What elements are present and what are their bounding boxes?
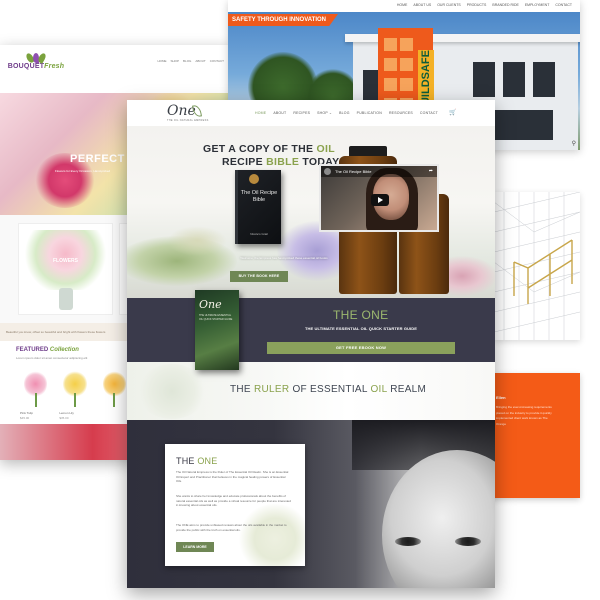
product-price: $45.00 — [20, 416, 30, 420]
product-card[interactable]: Lemon Lily $35.00 — [59, 371, 90, 421]
video-title: The Oil Recipe Bible — [335, 169, 372, 174]
safety-menu-clients[interactable]: OUR CLIENTS — [437, 3, 461, 12]
product-card[interactable] — [99, 371, 130, 421]
nav-item-about[interactable]: ABOUT — [273, 111, 286, 115]
bouquet-menu-blog[interactable]: BLOG — [183, 59, 191, 63]
ruler-banner-section: THE RULER OF ESSENTIAL OIL REALM — [127, 362, 495, 420]
wireframe-render-screenshot — [494, 192, 580, 340]
oil-recipe-bible-book: The Oil Recipe Bible Nicole's Grail — [235, 170, 281, 244]
orange-panel-title: Ellen — [496, 395, 506, 400]
woman-portrait — [382, 450, 495, 588]
nav-item-home[interactable]: HOME — [255, 111, 266, 115]
about-paragraph: She wants to share her knowledge and edu… — [176, 494, 291, 507]
orange-panel-text: Bringing the ever-increasing requirement… — [496, 405, 552, 426]
safety-menu-about[interactable]: ABOUT US — [413, 3, 431, 12]
vase-image — [58, 288, 73, 310]
get-free-ebook-button[interactable]: GET FREE EBOOK NOW — [267, 342, 455, 354]
safety-menu-contact[interactable]: CONTACT — [555, 3, 572, 12]
portrait-eye — [455, 537, 481, 546]
portrait-eye — [395, 537, 421, 546]
play-button-icon[interactable] — [371, 194, 389, 206]
bouquet-menu-home[interactable]: HOME — [158, 59, 167, 63]
share-icon[interactable]: ➦ — [429, 168, 433, 174]
starter-guide-section: One THE ULTIMATE ESSENTIAL OIL QUICK STA… — [127, 290, 495, 370]
wireframe-drawing — [494, 192, 580, 340]
safety-menu-employment[interactable]: EMPLOYMENT — [525, 3, 550, 12]
about-paragraph: The ONE aims to provide unbiased reviews… — [176, 523, 287, 532]
the-one-navbar: One THE OIL NATURAL EMPRESS HOME ABOUT R… — [127, 100, 495, 126]
bouquet-logo-text: BOUQUETFresh — [7, 63, 65, 70]
nav-item-recipes[interactable]: RECIPES — [293, 111, 310, 115]
video-title-bar: The Oil Recipe Bible ➦ — [321, 166, 437, 177]
nav-item-resources[interactable]: RESOURCES — [389, 111, 413, 115]
buy-book-button[interactable]: BUY THE BOOK HERE — [230, 271, 288, 282]
about-paragraph: The Oil Natural Empress is the Ruler of … — [176, 470, 289, 483]
the-one-menu: HOME ABOUT RECIPES SHOP ⌄ BLOG PUBLICATI… — [255, 111, 438, 115]
hero-section: GET A COPY OF THE OIL RECIPE BIBLE TODAY… — [127, 126, 495, 298]
about-card: THE ONE The Oil Natural Empress is the R… — [165, 444, 305, 566]
safety-menu-home[interactable]: HOME — [397, 3, 408, 12]
ruler-heading: THE RULER OF ESSENTIAL OIL REALM — [230, 384, 427, 395]
flower-image — [137, 364, 207, 419]
channel-avatar-icon — [324, 168, 331, 175]
hero-description: Welcome, the Empress has hand-picked the… — [240, 256, 328, 260]
safety-menu-branded[interactable]: BRANDED RIDE — [492, 3, 518, 12]
ebook-cover-subtitle: THE ULTIMATE ESSENTIAL OIL QUICK STARTER… — [199, 314, 233, 321]
bouquet-category-card[interactable]: FLOWERS — [18, 223, 113, 315]
bouquet-menu-shop[interactable]: SHOP — [171, 59, 180, 63]
video-embed[interactable]: The Oil Recipe Bible ➦ — [319, 164, 439, 232]
nav-item-publication[interactable]: PUBLICATION — [357, 111, 382, 115]
hero-title-line1: GET A COPY OF THE OIL — [203, 143, 335, 155]
about-section: THE ONE The Oil Natural Empress is the R… — [127, 420, 495, 588]
orange-site-screenshot: Ellen Bringing the ever-increasing requi… — [490, 373, 580, 498]
plant-decoration — [237, 504, 305, 566]
portfolio-collage: BOUQUETFresh HOME SHOP BLOG ABOUT CONTAC… — [0, 0, 600, 600]
bouquet-card-caption: FLOWERS — [53, 258, 78, 264]
safety-menu-products[interactable]: PRODUCTS — [467, 3, 487, 12]
product-card[interactable]: Pink Tulip $45.00 — [20, 371, 51, 421]
flower-logo-icon — [24, 52, 48, 64]
safety-banner: SAFETY THROUGH INNOVATION — [228, 14, 339, 26]
product-price: $35.00 — [59, 416, 69, 420]
safety-navbar: HOME ABOUT US OUR CLIENTS PRODUCTS BRAND… — [228, 0, 580, 12]
bouquet-logo[interactable]: BOUQUETFresh — [6, 52, 66, 70]
nav-item-contact[interactable]: CONTACT — [420, 111, 438, 115]
nav-item-blog[interactable]: BLOG — [339, 111, 350, 115]
the-one-logo[interactable]: One THE OIL NATURAL EMPRESS — [167, 103, 209, 125]
bouquet-menu-about[interactable]: ABOUT — [195, 59, 205, 63]
bouquet-hero-subtitle: Flowers for Every Occasion, Hand-picked — [55, 169, 111, 173]
the-one-ebook-cover: One THE ULTIMATE ESSENTIAL OIL QUICK STA… — [195, 290, 239, 370]
book-title: The Oil Recipe Bible — [240, 190, 278, 203]
ebook-cover-title: One — [199, 298, 222, 311]
bouquet-navbar: BOUQUETFresh HOME SHOP BLOG ABOUT CONTAC… — [0, 45, 232, 93]
search-icon[interactable]: ⚲ — [572, 140, 576, 147]
the-one-site-screenshot: One THE OIL NATURAL EMPRESS HOME ABOUT R… — [127, 100, 495, 588]
bouquet-menu-contact[interactable]: CONTACT — [210, 59, 224, 63]
product-name: Lemon Lily — [59, 411, 74, 415]
learn-more-button[interactable]: LEARN MORE — [176, 542, 214, 552]
guide-title: THE ONE — [333, 308, 389, 322]
cart-icon[interactable]: 🛒 — [449, 109, 456, 116]
bouquet-product-grid: Pink Tulip $45.00 Lemon Lily $35.00 — [20, 371, 130, 421]
logo-tagline: THE OIL NATURAL EMPRESS — [167, 119, 209, 122]
nav-item-shop[interactable]: SHOP ⌄ — [317, 111, 332, 115]
book-author: Nicole's Grail — [250, 232, 268, 236]
about-title: THE ONE — [176, 456, 218, 466]
guide-subtitle: THE ULTIMATE ESSENTIAL OIL QUICK STARTER… — [305, 326, 418, 331]
oil-drop-icon — [249, 174, 259, 184]
product-name: Pink Tulip — [20, 411, 34, 415]
chevron-down-icon: ⌄ — [328, 111, 333, 115]
bouquet-menu: HOME SHOP BLOG ABOUT CONTACT — [158, 59, 224, 63]
